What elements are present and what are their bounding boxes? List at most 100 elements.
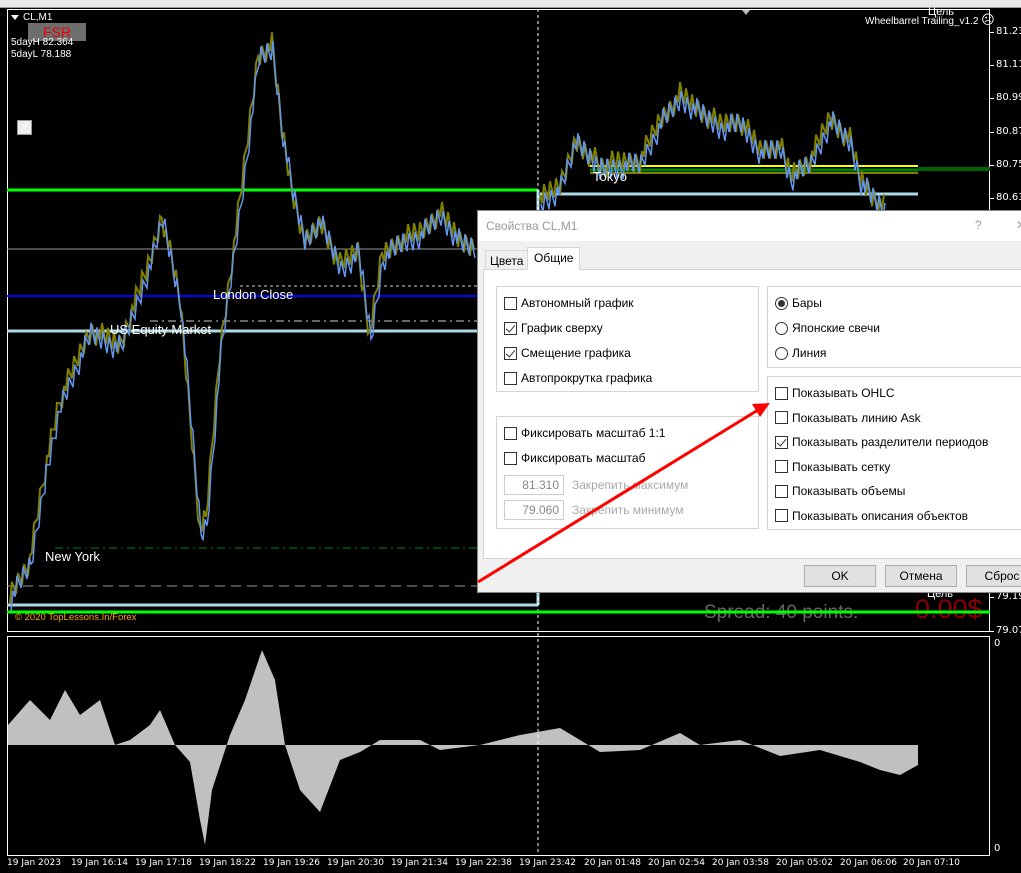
session-us-equity: US Equity Market bbox=[110, 322, 212, 337]
checkbox-g4-5[interactable]: Показывать описания объектов bbox=[775, 509, 968, 523]
price-tick bbox=[990, 65, 994, 66]
checkbox-g4-3[interactable]: Показывать сетку bbox=[775, 460, 890, 474]
checkbox-g4-0[interactable]: Показывать OHLC bbox=[775, 386, 895, 400]
checkbox-icon[interactable] bbox=[504, 321, 517, 335]
profit-text: 0.00$ bbox=[915, 594, 983, 624]
price-tick bbox=[990, 631, 994, 632]
option-label: Показывать описания объектов bbox=[792, 508, 969, 523]
collapse-triangle-icon bbox=[11, 15, 19, 20]
option-label: Фиксировать масштаб bbox=[521, 451, 646, 465]
radio-g3-0[interactable]: Бары bbox=[775, 296, 822, 310]
time-tick-label: 19 Jan 19:26 bbox=[263, 858, 320, 868]
fix-max-label: Закрепить максимум bbox=[572, 478, 689, 492]
checkbox-g4-2[interactable]: Показывать разделители периодов bbox=[775, 435, 988, 449]
copyright: © 2020 TopLessons.In/Forex bbox=[15, 612, 137, 623]
time-tick-label: 20 Jan 03:58 bbox=[712, 858, 769, 868]
price-tick bbox=[990, 165, 994, 166]
symbol-label: CL,M1 bbox=[23, 12, 53, 23]
shift-marker-icon bbox=[742, 10, 750, 15]
option-label: Японские свечи bbox=[792, 321, 880, 335]
time-tick-label: 19 Jan 2023 bbox=[7, 858, 61, 868]
time-tick-label: 20 Jan 06:06 bbox=[840, 858, 897, 868]
radio-icon[interactable] bbox=[775, 321, 788, 335]
checkbox-g1-2[interactable]: Смещение графика bbox=[504, 346, 631, 360]
v-button[interactable]: v bbox=[17, 120, 32, 135]
tab-panel: Автономный график График сверху Смещение г… bbox=[483, 269, 1021, 559]
time-tick-label: 19 Jan 21:34 bbox=[391, 858, 448, 868]
option-label: Смещение графика bbox=[521, 346, 631, 360]
radio-g3-1[interactable]: Японские свечи bbox=[775, 321, 880, 335]
price-tick-label: 80.630 bbox=[996, 192, 1021, 203]
price-bars-bear bbox=[9, 32, 475, 604]
option-label: Показывать разделители периодов bbox=[792, 435, 989, 449]
price-tick-label: 80.750 bbox=[996, 159, 1021, 170]
five-day-high: 5dayH 82.364 bbox=[11, 37, 74, 48]
checkbox-icon[interactable] bbox=[775, 460, 788, 473]
reset-button[interactable]: Сброс bbox=[966, 565, 1021, 587]
option-label: Показывать объемы bbox=[792, 484, 906, 498]
checkbox-icon[interactable] bbox=[775, 484, 788, 498]
checkbox-g1-1[interactable]: График сверху bbox=[504, 321, 603, 335]
dialog-title: Свойства CL,M1 bbox=[486, 219, 578, 233]
checkbox-icon[interactable] bbox=[775, 386, 788, 400]
time-tick-label: 19 Jan 16:14 bbox=[71, 858, 128, 868]
tab-general[interactable]: Общие bbox=[527, 247, 581, 270]
radio-g3-2[interactable]: Линия bbox=[775, 346, 826, 360]
ok-button[interactable]: OK bbox=[804, 565, 876, 587]
checkbox-g2-0[interactable]: Фиксировать масштаб 1:1 bbox=[504, 426, 665, 440]
fix-max-input[interactable]: 81.310 bbox=[504, 475, 564, 495]
price-bars-bull bbox=[10, 40, 476, 612]
checkbox-icon[interactable] bbox=[504, 346, 517, 360]
fix-min-label: Закрепить минимум bbox=[572, 503, 684, 517]
option-label: Фиксировать масштаб 1:1 bbox=[521, 426, 666, 440]
time-tick-label: 20 Jan 07:10 bbox=[903, 858, 960, 868]
scale-group: 81.310 Закрепить максимум 79.060 Закрепи… bbox=[496, 416, 759, 529]
show-group: Показывать OHLC Показывать линию Ask Показ… bbox=[767, 376, 1021, 530]
option-label: Бары bbox=[792, 296, 822, 310]
checkbox-g2-1[interactable]: Фиксировать масштаб bbox=[504, 451, 645, 465]
symbol-title[interactable]: CL,M1 bbox=[11, 12, 52, 23]
indicator-axis-bottom: 0 bbox=[994, 843, 1001, 854]
price-tick bbox=[990, 132, 994, 133]
cancel-button[interactable]: Отмена bbox=[885, 565, 957, 587]
checkbox-icon[interactable] bbox=[504, 371, 517, 385]
checkbox-icon[interactable] bbox=[775, 435, 788, 449]
checkbox-g4-1[interactable]: Показывать линию Ask bbox=[775, 411, 921, 425]
checkbox-icon[interactable] bbox=[775, 411, 788, 424]
option-label: Показывать OHLC bbox=[792, 386, 895, 400]
checkbox-g4-4[interactable]: Показывать объемы bbox=[775, 484, 905, 498]
help-button[interactable]: ? bbox=[975, 218, 982, 232]
option-label: Автопрокрутка графика bbox=[521, 371, 653, 385]
option-label: Автономный график bbox=[521, 296, 634, 310]
price-tick bbox=[990, 32, 994, 33]
time-tick-label: 19 Jan 22:38 bbox=[455, 858, 512, 868]
radio-icon[interactable] bbox=[775, 346, 788, 360]
checkbox-icon[interactable] bbox=[504, 451, 517, 465]
close-button[interactable]: ✕ bbox=[1016, 218, 1021, 232]
checkbox-icon[interactable] bbox=[775, 509, 788, 522]
dialog-titlebar[interactable]: Свойства CL,M1 ? ✕ bbox=[478, 211, 1021, 241]
price-tick-label: 81.230 bbox=[996, 26, 1021, 37]
session-london-close: London Close bbox=[213, 287, 294, 302]
option-label: Линия bbox=[792, 346, 827, 360]
option-label: Показывать сетку bbox=[792, 459, 891, 474]
chart-type-group: Бары Японские свечи Линия bbox=[767, 286, 1021, 368]
target-label-top: Цель bbox=[928, 6, 955, 18]
price-tick bbox=[990, 98, 994, 99]
checkbox-g1-0[interactable]: Автономный график bbox=[504, 296, 634, 310]
indicator-axis-top: 0 bbox=[994, 638, 1001, 649]
time-tick-label: 19 Jan 17:18 bbox=[135, 858, 192, 868]
checkbox-icon[interactable] bbox=[504, 426, 517, 440]
price-tick-label: 80.870 bbox=[996, 126, 1021, 137]
checkbox-icon[interactable] bbox=[504, 296, 517, 310]
time-tick-label: 20 Jan 02:54 bbox=[648, 858, 705, 868]
general-group: Автономный график График сверху Смещение г… bbox=[496, 286, 759, 392]
spread-text: Spread: 40 points. bbox=[704, 602, 859, 623]
checkbox-g1-3[interactable]: Автопрокрутка графика bbox=[504, 371, 652, 385]
fix-min-input[interactable]: 79.060 bbox=[504, 500, 564, 520]
tab-colors[interactable]: Цвета bbox=[485, 250, 529, 270]
radio-icon[interactable] bbox=[775, 296, 788, 310]
time-tick-label: 19 Jan 18:22 bbox=[199, 858, 256, 868]
option-label: График сверху bbox=[521, 321, 603, 335]
time-tick-label: 20 Jan 05:02 bbox=[776, 858, 833, 868]
